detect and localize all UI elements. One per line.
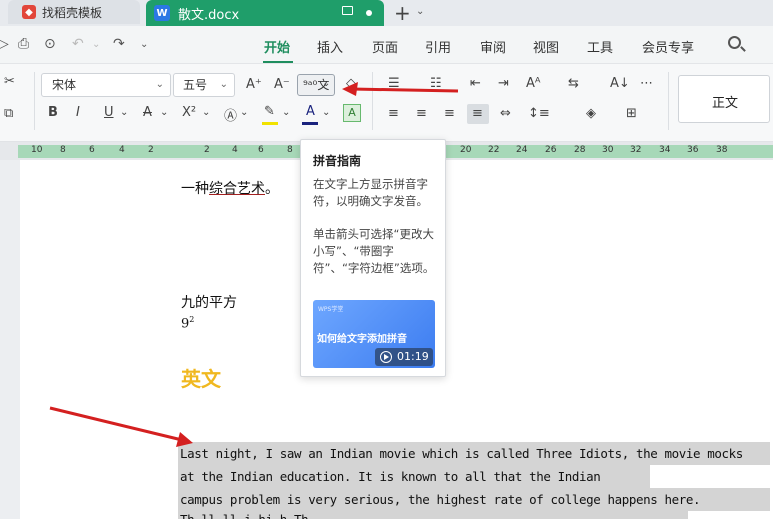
arrow-to-pinyin — [351, 87, 459, 93]
arrow-to-selection — [49, 406, 183, 442]
arrow-head — [176, 432, 193, 447]
annotation-arrows — [49, 82, 459, 447]
arrow-head — [342, 82, 358, 96]
